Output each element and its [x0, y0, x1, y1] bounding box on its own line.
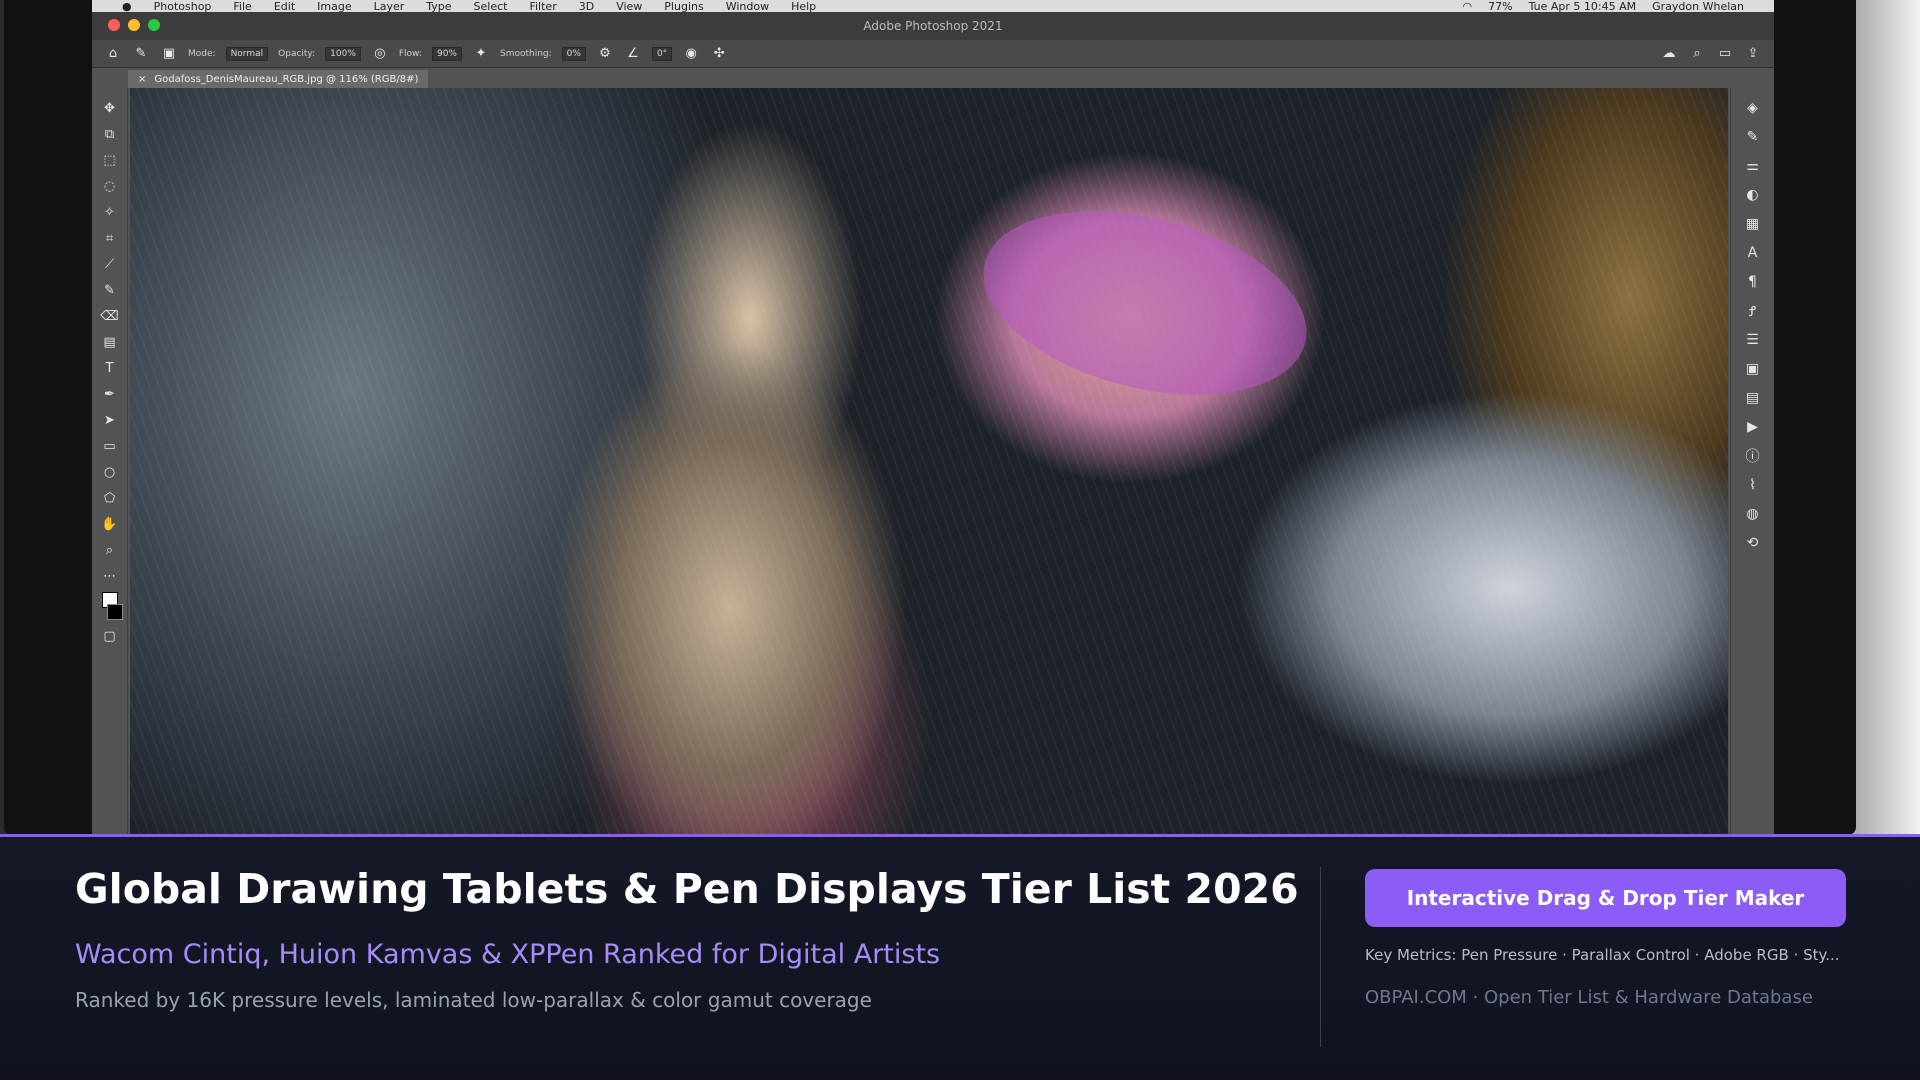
hero-photo: ● Photoshop File Edit Image Layer Type S… [0, 0, 1920, 835]
monitor-bezel: ● Photoshop File Edit Image Layer Type S… [4, 0, 1856, 835]
mode-select[interactable]: Normal [225, 46, 269, 61]
history-icon[interactable]: ⟲ [1742, 533, 1764, 553]
page-title: Global Drawing Tablets & Pen Displays Ti… [75, 865, 1299, 913]
marquee-tool-icon[interactable]: ⬚ [99, 150, 121, 170]
smoothing-label: Smoothing: [499, 48, 552, 59]
page-tagline: Ranked by 16K pressure levels, laminated… [75, 988, 872, 1012]
brush-settings-icon[interactable]: ▣ [160, 45, 178, 63]
crop-tool-icon[interactable]: ⌗ [99, 228, 121, 248]
document-canvas[interactable] [130, 88, 1728, 835]
menu-image[interactable]: Image [317, 0, 351, 12]
pressure-size-icon[interactable]: ◉ [682, 45, 700, 63]
panel-dock: ◈ ✎ ⚌ ◐ ▦ A ¶ Ꝭ ☰ ▣ ▤ ▶ ⓘ ⌇ ◍ ⟲ [1730, 88, 1774, 835]
path-select-icon[interactable]: ➤ [99, 410, 121, 430]
more-tools-icon[interactable]: ⋯ [99, 566, 121, 586]
flow-input[interactable]: 90% [431, 46, 462, 61]
menu-layer[interactable]: Layer [374, 0, 405, 12]
menu-3d[interactable]: 3D [579, 0, 594, 12]
menu-photoshop[interactable]: Photoshop [154, 0, 212, 12]
screen-mode-icon[interactable]: ▢ [99, 626, 121, 646]
move-tool-icon[interactable]: ✥ [99, 98, 121, 118]
angle-icon: ∠ [627, 46, 639, 61]
type-tool-icon[interactable]: T [99, 358, 121, 378]
character-panel-icon[interactable]: A [1742, 243, 1764, 263]
search-icon[interactable]: ⌕ [1688, 45, 1706, 63]
ellipse-tool-icon[interactable]: ○ [99, 462, 121, 482]
menubar-clock: Tue Apr 5 10:45 AM [1528, 0, 1637, 12]
angle-input[interactable]: 0° [651, 46, 673, 61]
airbrush-icon[interactable]: ✦ [472, 45, 490, 63]
smoothing-settings-icon[interactable]: ⚙ [596, 45, 614, 63]
smoothing-input[interactable]: 0% [561, 46, 586, 61]
wifi-icon[interactable]: ◠ [1463, 0, 1473, 12]
paragraph-panel-icon[interactable]: ¶ [1742, 272, 1764, 292]
color-panel-icon[interactable]: ◐ [1742, 185, 1764, 205]
tools-panel: ✥ ⧉ ⬚ ◌ ✧ ⌗ ⟋ ✎ ⌫ ▤ T ✒ ➤ ▭ ○ ⬠ ✋ ⌕ ⋯ ▢ [92, 88, 128, 835]
home-icon[interactable]: ⌂ [104, 45, 122, 63]
menu-file[interactable]: File [233, 0, 251, 12]
brush-settings-panel-icon[interactable]: ⚌ [1742, 156, 1764, 176]
menu-view[interactable]: View [616, 0, 642, 12]
mode-label: Mode: [188, 48, 216, 59]
menu-edit[interactable]: Edit [274, 0, 295, 12]
adjustments-icon[interactable]: ☰ [1742, 330, 1764, 350]
mac-menubar: ● Photoshop File Edit Image Layer Type S… [92, 0, 1774, 12]
workspace-icon[interactable]: ▭ [1716, 45, 1734, 63]
monitor-screen: ● Photoshop File Edit Image Layer Type S… [92, 0, 1774, 835]
rectangle-tool-icon[interactable]: ▭ [99, 436, 121, 456]
actions-icon[interactable]: ▶ [1742, 417, 1764, 437]
brush-tool-icon[interactable]: ✎ [99, 280, 121, 300]
site-link[interactable]: OBPAI.COM · Open Tier List & Hardware Da… [1365, 987, 1813, 1008]
shape-tool-icon[interactable]: ⬠ [99, 488, 121, 508]
vertical-divider [1320, 867, 1321, 1047]
menubar-user[interactable]: Graydon Whelan [1652, 0, 1744, 12]
tier-maker-button[interactable]: Interactive Drag & Drop Tier Maker [1365, 869, 1846, 927]
swatches-icon[interactable]: ▦ [1742, 214, 1764, 234]
menu-help[interactable]: Help [791, 0, 816, 12]
window-titlebar: Adobe Photoshop 2021 [92, 12, 1774, 40]
menu-select[interactable]: Select [474, 0, 508, 12]
channels-icon[interactable]: ◍ [1742, 504, 1764, 524]
info-panel: Global Drawing Tablets & Pen Displays Ti… [0, 837, 1920, 1080]
magic-wand-icon[interactable]: ✧ [99, 202, 121, 222]
key-metrics: Key Metrics: Pen Pressure · Parallax Con… [1365, 946, 1840, 964]
document-tab-label: Godafoss_DenisMaureau_RGB.jpg @ 116% (RG… [154, 73, 419, 85]
canvas-texture [130, 88, 1728, 835]
menu-window[interactable]: Window [726, 0, 769, 12]
eraser-tool-icon[interactable]: ⌫ [99, 306, 121, 326]
lasso-tool-icon[interactable]: ◌ [99, 176, 121, 196]
options-bar: ⌂ ✎ ▣ Mode: Normal Opacity: 100% ◎ Flow:… [92, 40, 1774, 68]
properties-icon[interactable]: ▤ [1742, 388, 1764, 408]
cloud-icon[interactable]: ☁ [1660, 45, 1678, 63]
gradient-tool-icon[interactable]: ▤ [99, 332, 121, 352]
brushes-panel-icon[interactable]: ✎ [1742, 127, 1764, 147]
hand-tool-icon[interactable]: ✋ [99, 514, 121, 534]
opacity-input[interactable]: 100% [325, 46, 361, 61]
document-tab[interactable]: × Godafoss_DenisMaureau_RGB.jpg @ 116% (… [128, 70, 429, 88]
zoom-tool-icon[interactable]: ⌕ [99, 540, 121, 560]
close-tab-icon[interactable]: × [138, 74, 146, 85]
glyphs-icon[interactable]: Ꝭ [1742, 301, 1764, 321]
background-color-swatch[interactable] [106, 604, 123, 620]
menu-filter[interactable]: Filter [529, 0, 556, 12]
opacity-label: Opacity: [278, 48, 316, 59]
pen-tool-icon[interactable]: ✒ [99, 384, 121, 404]
info-icon[interactable]: ⓘ [1742, 446, 1764, 466]
layers-icon[interactable]: ◈ [1742, 98, 1764, 118]
app-title: Adobe Photoshop 2021 [863, 19, 1003, 33]
flow-label: Flow: [398, 48, 422, 59]
share-icon[interactable]: ⇪ [1744, 45, 1762, 63]
brush-preset-icon[interactable]: ✎ [132, 45, 150, 63]
menu-plugins[interactable]: Plugins [664, 0, 703, 12]
menu-type[interactable]: Type [426, 0, 451, 12]
libraries-icon[interactable]: ▣ [1742, 359, 1764, 379]
page-subtitle: Wacom Cintiq, Huion Kamvas & XPPen Ranke… [75, 939, 941, 970]
eyedropper-icon[interactable]: ⟋ [99, 254, 121, 274]
artboard-tool-icon[interactable]: ⧉ [99, 124, 121, 144]
apple-icon: ● [122, 0, 132, 12]
pressure-opacity-icon[interactable]: ◎ [371, 45, 389, 63]
symmetry-icon[interactable]: ✣ [710, 45, 728, 63]
paths-icon[interactable]: ⌇ [1742, 475, 1764, 495]
battery-percent: 77% [1488, 0, 1513, 12]
